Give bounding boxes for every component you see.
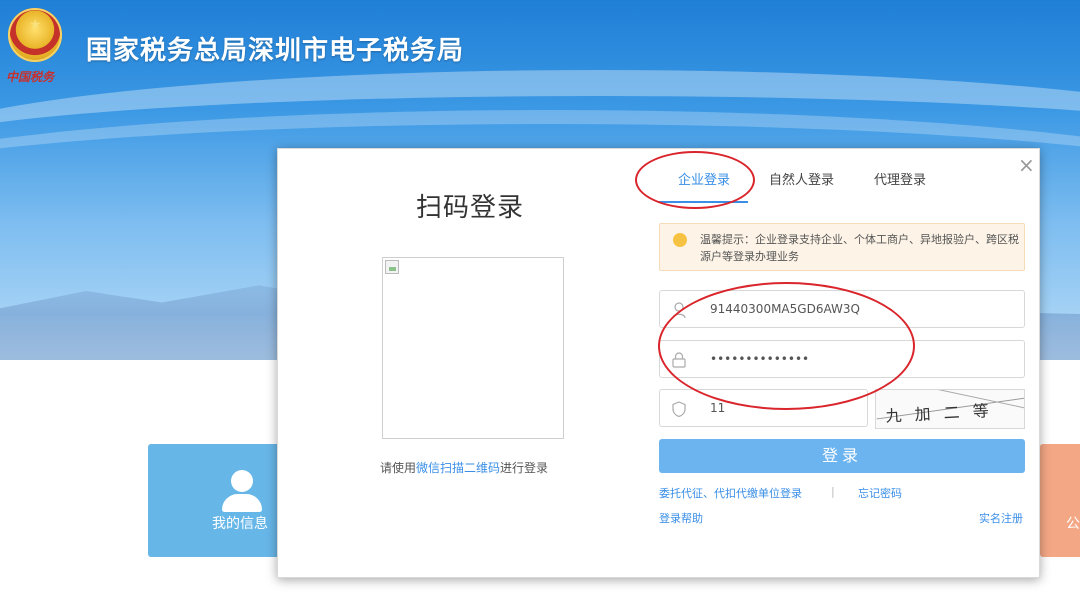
link-separator: | (831, 485, 835, 498)
my-info-label: 我的信息 (212, 516, 268, 532)
login-modal: × 扫码登录 请使用微信扫描二维码进行登录 企业登录 自然人登录 代理登录 温馨… (277, 148, 1040, 578)
login-help-link[interactable]: 登录帮助 (659, 510, 703, 526)
qr-hint-prefix: 请使用 (380, 461, 417, 475)
user-icon (231, 470, 253, 492)
tax-emblem-icon: ★ (8, 8, 62, 62)
captcha-text: 九 加 二 等于？ (885, 401, 994, 426)
register-link[interactable]: 实名注册 (979, 510, 1023, 526)
forgot-password-link[interactable]: 忘记密码 (858, 485, 902, 501)
qr-code-image (382, 257, 564, 439)
qr-login-title: 扫码登录 (416, 193, 525, 223)
shield-icon (672, 401, 686, 417)
broken-image-icon (385, 260, 399, 274)
tab-agent-login[interactable]: 代理登录 (874, 171, 926, 205)
login-button[interactable]: 登录 (659, 439, 1025, 473)
notice-text: 温馨提示：企业登录支持企业、个体工商户、异地报验户、跨区税源户等登录办理业务 (700, 233, 1019, 263)
my-info-card[interactable]: 我的信息 (148, 444, 288, 557)
site-header: ★ 中国税务 国家税务总局深圳市电子税务局 (0, 0, 1080, 95)
qr-hint-suffix: 进行登录 (500, 461, 549, 475)
delegate-login-link[interactable]: 委托代征、代扣代缴单位登录 (659, 485, 802, 501)
annotation-circle-tab (635, 151, 755, 209)
notice-box: 温馨提示：企业登录支持企业、个体工商户、异地报验户、跨区税源户等登录办理业务 (659, 223, 1025, 271)
captcha-image[interactable]: 九 加 二 等于？ (875, 389, 1025, 429)
logo-script: 中国税务 (6, 70, 55, 84)
qr-hint-link[interactable]: 微信扫描二维码 (416, 461, 500, 475)
qr-hint: 请使用微信扫描二维码进行登录 (380, 459, 548, 476)
user-icon-body (222, 494, 262, 512)
right-card[interactable]: 公 (1040, 444, 1080, 557)
tab-individual-login[interactable]: 自然人登录 (769, 171, 834, 205)
smile-icon (673, 233, 687, 247)
star-icon: ★ (29, 17, 42, 33)
site-title: 国家税务总局深圳市电子税务局 (86, 36, 465, 66)
annotation-circle-credentials (658, 282, 915, 410)
right-card-label: 公 (1066, 516, 1080, 532)
